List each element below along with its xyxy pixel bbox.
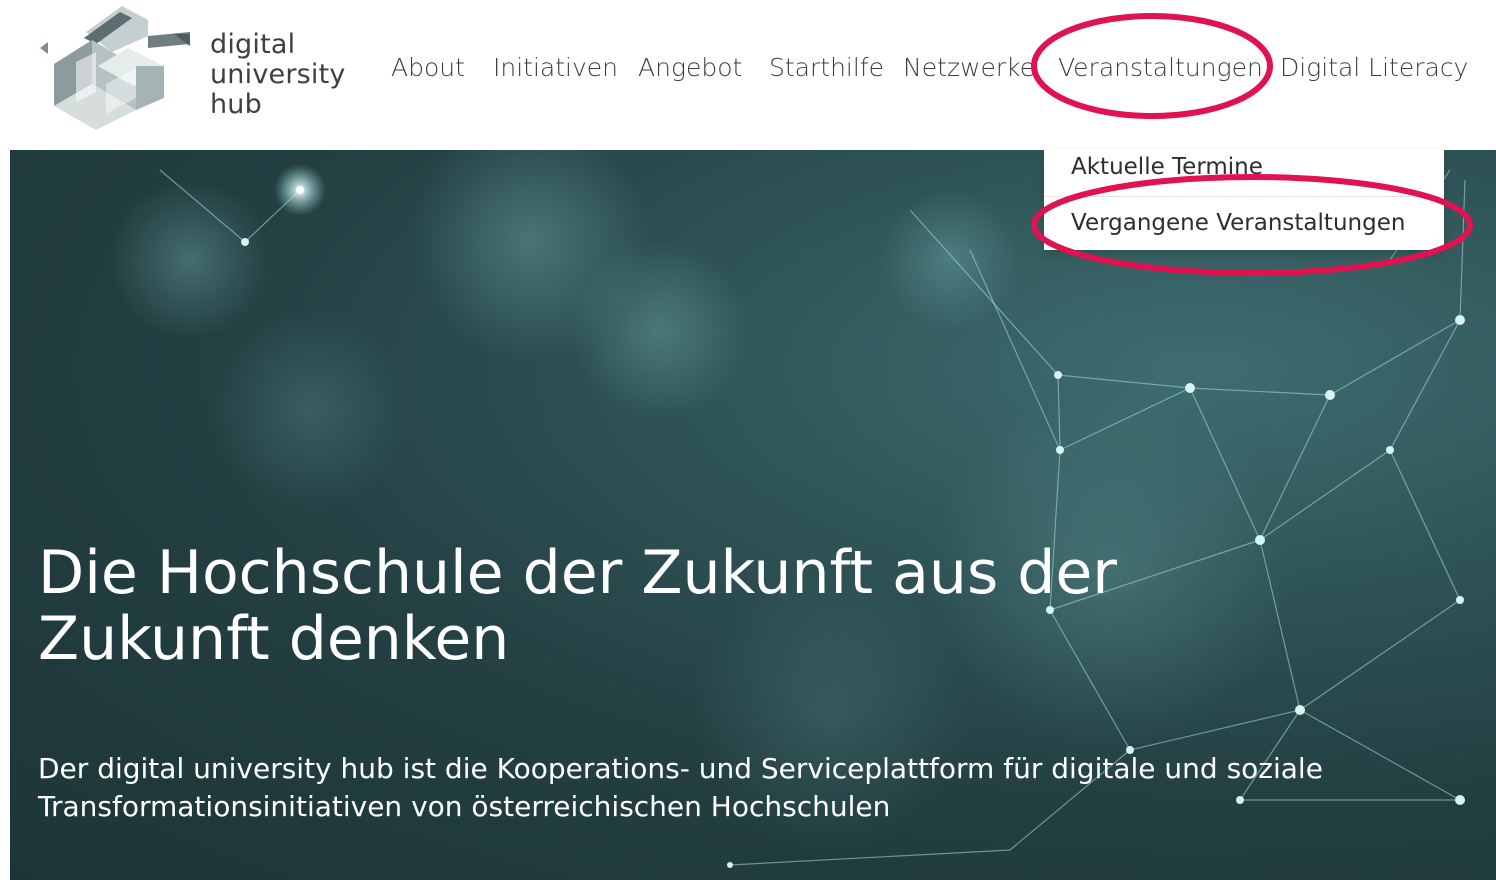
veranstaltungen-dropdown-menu: Aktuelle Termine Vergangene Veranstaltun… xyxy=(1044,150,1444,250)
nav-item-about[interactable]: About xyxy=(391,48,465,88)
nav-item-angebot[interactable]: Angebot xyxy=(638,48,742,88)
logo-line-1: digital xyxy=(210,29,296,60)
nav-item-digital-literacy[interactable]: Digital Literacy xyxy=(1280,48,1468,88)
site-logo[interactable]: digital university hub xyxy=(36,6,356,130)
dropdown-divider xyxy=(1044,196,1444,197)
hero-banner: Die Hochschule der Zukunft aus der Zukun… xyxy=(10,150,1496,880)
logo-line-3: hub xyxy=(210,89,262,120)
logo-line-2: university xyxy=(210,59,346,90)
nav-item-starthilfe[interactable]: Starthilfe xyxy=(769,48,884,88)
nav-item-netzwerke[interactable]: Netzwerke xyxy=(903,48,1035,88)
nav-item-initiativen[interactable]: Initiativen xyxy=(493,48,618,88)
logo-wordmark: digital university hub xyxy=(210,30,346,120)
dropdown-item-vergangene-veranstaltungen[interactable]: Vergangene Veranstaltungen xyxy=(1071,210,1405,236)
nav-item-veranstaltungen[interactable]: Veranstaltungen xyxy=(1058,48,1263,88)
logo-cube-icon xyxy=(40,6,190,130)
hero-subtitle: Der digital university hub ist die Koope… xyxy=(38,752,1323,823)
dropdown-item-aktuelle-termine[interactable]: Aktuelle Termine xyxy=(1071,154,1263,180)
hero-title: Die Hochschule der Zukunft aus der Zukun… xyxy=(38,538,1117,674)
site-header: digital university hub About Initiativen… xyxy=(0,0,1496,150)
